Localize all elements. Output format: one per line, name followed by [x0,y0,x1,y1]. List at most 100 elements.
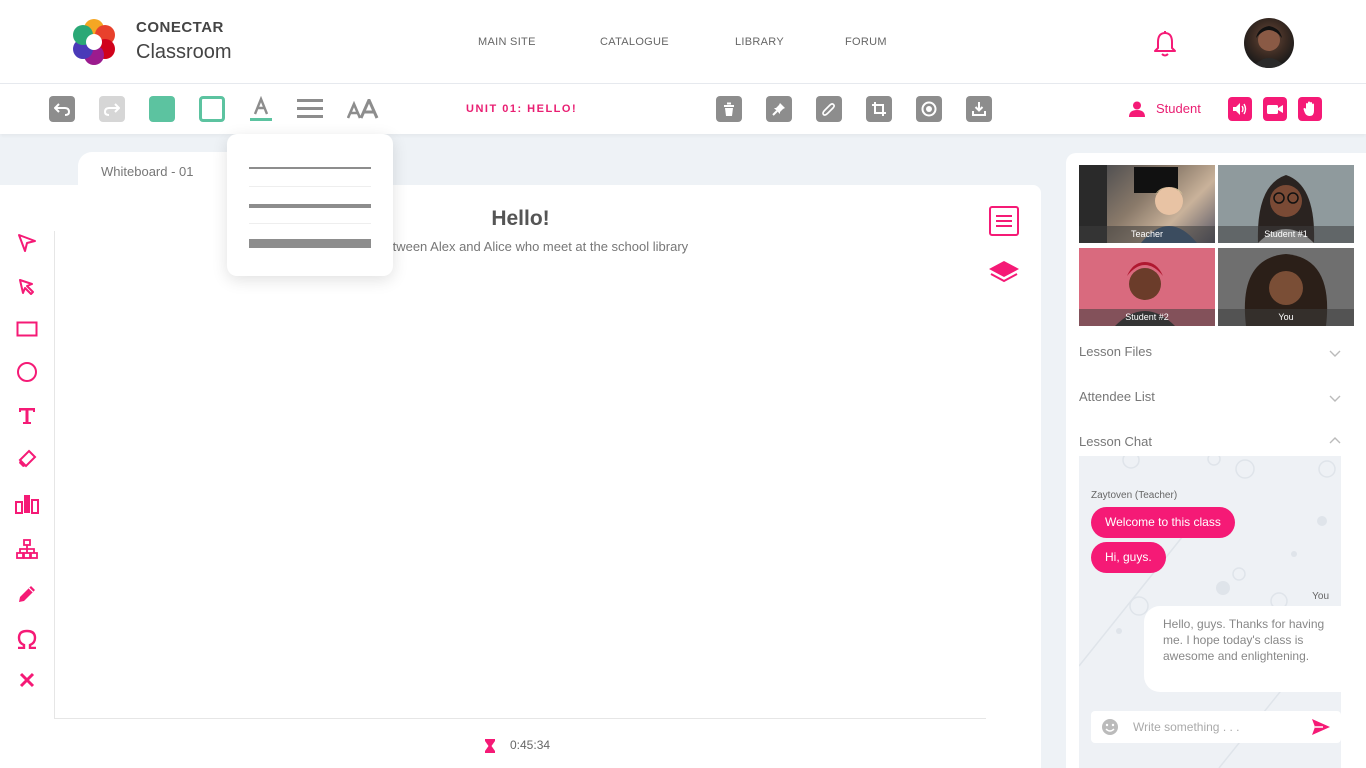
user-avatar[interactable] [1244,18,1294,68]
bar-chart-icon [15,495,39,514]
video-student-2[interactable]: Student #2 [1079,248,1215,326]
hourglass-icon [485,739,495,753]
chat-message-in: Welcome to this class [1091,507,1235,538]
pin-icon [772,103,785,116]
fill-color-button[interactable] [149,96,175,122]
user-icon [1129,101,1145,117]
hierarchy-icon [16,539,38,559]
text-tool[interactable] [14,403,40,429]
drawing-canvas[interactable] [54,231,986,719]
bell-icon[interactable] [1152,30,1178,58]
pin-button[interactable] [766,96,792,122]
undo-icon [54,103,70,116]
whiteboard: Hello! gue between Alex and Alice who me… [0,185,1041,768]
trash-icon [724,102,734,116]
rectangle-tool[interactable] [14,316,40,342]
line-width-icon [297,99,323,118]
attach-button[interactable] [816,96,842,122]
whiteboard-toolbar: UNIT 01: HELLO! Student [0,84,1366,134]
circle-tool[interactable] [14,359,40,385]
line-width-thick-option[interactable] [227,224,393,262]
video-teacher[interactable]: Teacher [1079,165,1215,243]
line-width-dropdown [227,134,393,276]
chat-message-in: Hi, guys. [1091,542,1166,573]
accordion-label: Attendee List [1079,389,1155,404]
emoji-icon[interactable] [1101,718,1119,736]
accordion-label: Lesson Files [1079,344,1152,359]
chevron-up-icon [1329,437,1341,444]
layers-icon [989,261,1019,283]
line-width-thin-option[interactable] [227,149,393,187]
chevron-down-icon [1329,350,1341,357]
nav-catalogue[interactable]: CATALOGUE [600,36,669,48]
nav-main-site[interactable]: MAIN SITE [478,36,536,48]
diagram-tool[interactable] [14,536,40,562]
raise-hand-button[interactable] [1298,97,1322,121]
text-t-icon [19,408,35,424]
side-panel: Teacher Student #1 Student #2 You Lesson… [1066,153,1366,768]
unit-title: UNIT 01: HELLO! [466,103,578,115]
whiteboard-tab-label: Whiteboard - 01 [101,164,194,179]
pointer-outline-icon [18,234,36,252]
text-color-button[interactable] [248,96,274,122]
chevron-down-icon [1329,395,1341,402]
undo-button[interactable] [49,96,75,122]
eraser-tool[interactable] [14,446,40,472]
video-label: Student #2 [1079,309,1215,326]
nav-forum[interactable]: FORUM [845,36,887,48]
camera-toggle-button[interactable] [1263,97,1287,121]
accordion-lesson-files[interactable]: Lesson Files [1079,344,1341,359]
omega-icon [17,629,37,649]
line-width-medium-option[interactable] [227,187,393,225]
crop-button[interactable] [866,96,892,122]
stroke-color-button[interactable] [199,96,225,122]
chat-message-out: Hello, guys. Thanks for having me. I hop… [1144,606,1341,692]
video-label: You [1218,309,1354,326]
close-tool[interactable] [14,667,40,693]
chart-tool[interactable] [14,491,40,517]
cursor-arrow-icon [19,279,34,295]
download-button[interactable] [966,96,992,122]
send-icon[interactable] [1311,717,1331,737]
hand-icon [1303,101,1314,116]
chat-sender: Zaytoven (Teacher) [1091,490,1178,501]
pencil-icon [19,586,35,602]
layers-button[interactable] [988,257,1020,289]
brand-name-bottom: Classroom [136,41,232,63]
symbol-tool[interactable] [14,626,40,652]
delete-button[interactable] [716,96,742,122]
line-medium-swatch [249,204,371,208]
conectar-logo-icon[interactable] [70,18,118,66]
line-width-button[interactable] [297,96,323,122]
chat-you-label: You [1312,591,1329,602]
list-view-button[interactable] [988,205,1020,237]
whiteboard-title: Hello! [491,207,550,230]
audio-toggle-button[interactable] [1228,97,1252,121]
lesson-timer: 0:45:34 [510,738,551,752]
video-you[interactable]: You [1218,248,1354,326]
font-size-button[interactable] [346,96,382,122]
accordion-label: Lesson Chat [1079,434,1152,449]
redo-button[interactable] [99,96,125,122]
record-button[interactable] [916,96,942,122]
video-student-1[interactable]: Student #1 [1218,165,1354,243]
pencil-tool[interactable] [14,581,40,607]
select-tool[interactable] [14,230,40,256]
eraser-icon [18,449,37,468]
line-thick-swatch [249,239,371,248]
accordion-attendee-list[interactable]: Attendee List [1079,389,1341,404]
chat-area: Zaytoven (Teacher) Welcome to this class… [1079,456,1341,768]
paperclip-icon [822,103,835,116]
font-size-icon [347,99,379,119]
close-icon [19,672,35,688]
nav-library[interactable]: LIBRARY [735,36,784,48]
download-icon [972,102,986,116]
rectangle-icon [16,321,38,337]
list-icon [989,206,1019,236]
record-icon [921,101,937,117]
top-header: CONECTAR Classroom MAIN SITE CATALOGUE L… [0,0,1366,84]
chat-input[interactable] [1091,711,1341,743]
direct-select-tool[interactable] [14,274,40,300]
crop-icon [872,102,886,116]
accordion-lesson-chat[interactable]: Lesson Chat [1079,434,1341,449]
